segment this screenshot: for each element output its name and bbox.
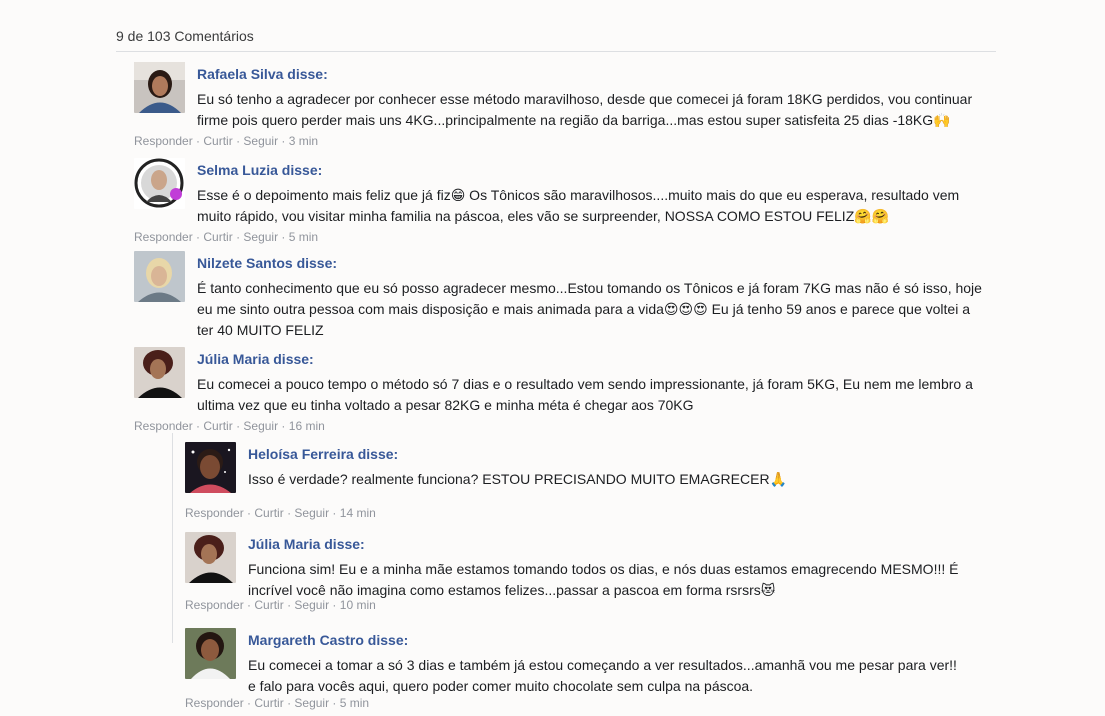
avatar[interactable] [134,347,185,398]
comment: Júlia Maria disse: Eu comecei a pouco te… [134,347,974,437]
reply-link[interactable]: Responder [134,134,193,148]
comment-time: 3 min [288,134,319,148]
follow-link[interactable]: Seguir [294,598,329,612]
comment-text: Eu comecei a tomar a só 3 dias e também … [248,657,957,694]
reply-link[interactable]: Responder [185,696,244,710]
avatar[interactable] [134,251,185,302]
comment-actions: Responder · Curtir · Seguir · 5 min [134,230,319,244]
like-link[interactable]: Curtir [254,696,283,710]
like-link[interactable]: Curtir [203,230,232,244]
comment-author[interactable]: Selma Luzia disse: [197,162,322,178]
like-link[interactable]: Curtir [254,506,283,520]
comment: Rafaela Silva disse: Eu só tenho a agrad… [134,62,974,152]
comment-actions: Responder · Curtir · Seguir · 10 min [185,598,376,612]
reply-link[interactable]: Responder [185,506,244,520]
comment-author[interactable]: Nilzete Santos disse: [197,255,337,271]
comment-author[interactable]: Heloísa Ferreira disse: [248,446,398,462]
comment-actions: Responder · Curtir · Seguir · 5 min [185,696,370,710]
reply: Margareth Castro disse: Eu comecei a tom… [185,628,975,710]
comment-time: 5 min [339,696,370,710]
follow-link[interactable]: Seguir [294,506,329,520]
comment-text: Esse é o depoimento mais feliz que já fi… [197,187,960,224]
comment-actions: Responder · Curtir · Seguir · 14 min [185,506,376,520]
reply-link[interactable]: Responder [185,598,244,612]
comment-actions: Responder · Curtir · Seguir · 16 min [134,419,325,433]
comment: Nilzete Santos disse: É tanto conhecimen… [134,251,982,341]
reply: Júlia Maria disse: Funciona sim! Eu e a … [185,532,975,612]
avatar[interactable] [185,532,236,583]
comment-text: É tanto conhecimento que eu só posso agr… [197,280,982,338]
follow-link[interactable]: Seguir [243,230,278,244]
avatar[interactable] [185,628,236,679]
comment-text: Eu comecei a pouco tempo o método só 7 d… [197,376,973,413]
reply: Heloísa Ferreira disse: Isso é verdade? … [185,442,975,522]
follow-link[interactable]: Seguir [243,134,278,148]
avatar[interactable] [185,442,236,493]
follow-link[interactable]: Seguir [243,419,278,433]
comment-time: 16 min [288,419,325,433]
follow-link[interactable]: Seguir [294,696,329,710]
like-link[interactable]: Curtir [254,598,283,612]
comment-time: 14 min [339,506,376,520]
comment-text: Funciona sim! Eu e a minha mãe estamos t… [248,561,959,598]
comments-count-header: 9 de 103 Comentários [116,28,996,52]
reply-link[interactable]: Responder [134,230,193,244]
like-link[interactable]: Curtir [203,419,232,433]
reply-link[interactable]: Responder [134,419,193,433]
comment-actions: Responder · Curtir · Seguir · 3 min [134,134,319,148]
comment-author[interactable]: Margareth Castro disse: [248,632,408,648]
comment-text: Eu só tenho a agradecer por conhecer ess… [197,91,973,128]
comment-author[interactable]: Júlia Maria disse: [248,536,365,552]
comment-time: 10 min [339,598,376,612]
reply-thread-line [172,433,173,643]
comment-time: 5 min [288,230,319,244]
comment-author[interactable]: Rafaela Silva disse: [197,66,328,82]
comment: Selma Luzia disse: Esse é o depoimento m… [134,158,974,248]
avatar[interactable] [134,158,185,209]
like-link[interactable]: Curtir [203,134,232,148]
comment-text: Isso é verdade? realmente funciona? ESTO… [248,471,787,487]
avatar[interactable] [134,62,185,113]
comment-author[interactable]: Júlia Maria disse: [197,351,314,367]
